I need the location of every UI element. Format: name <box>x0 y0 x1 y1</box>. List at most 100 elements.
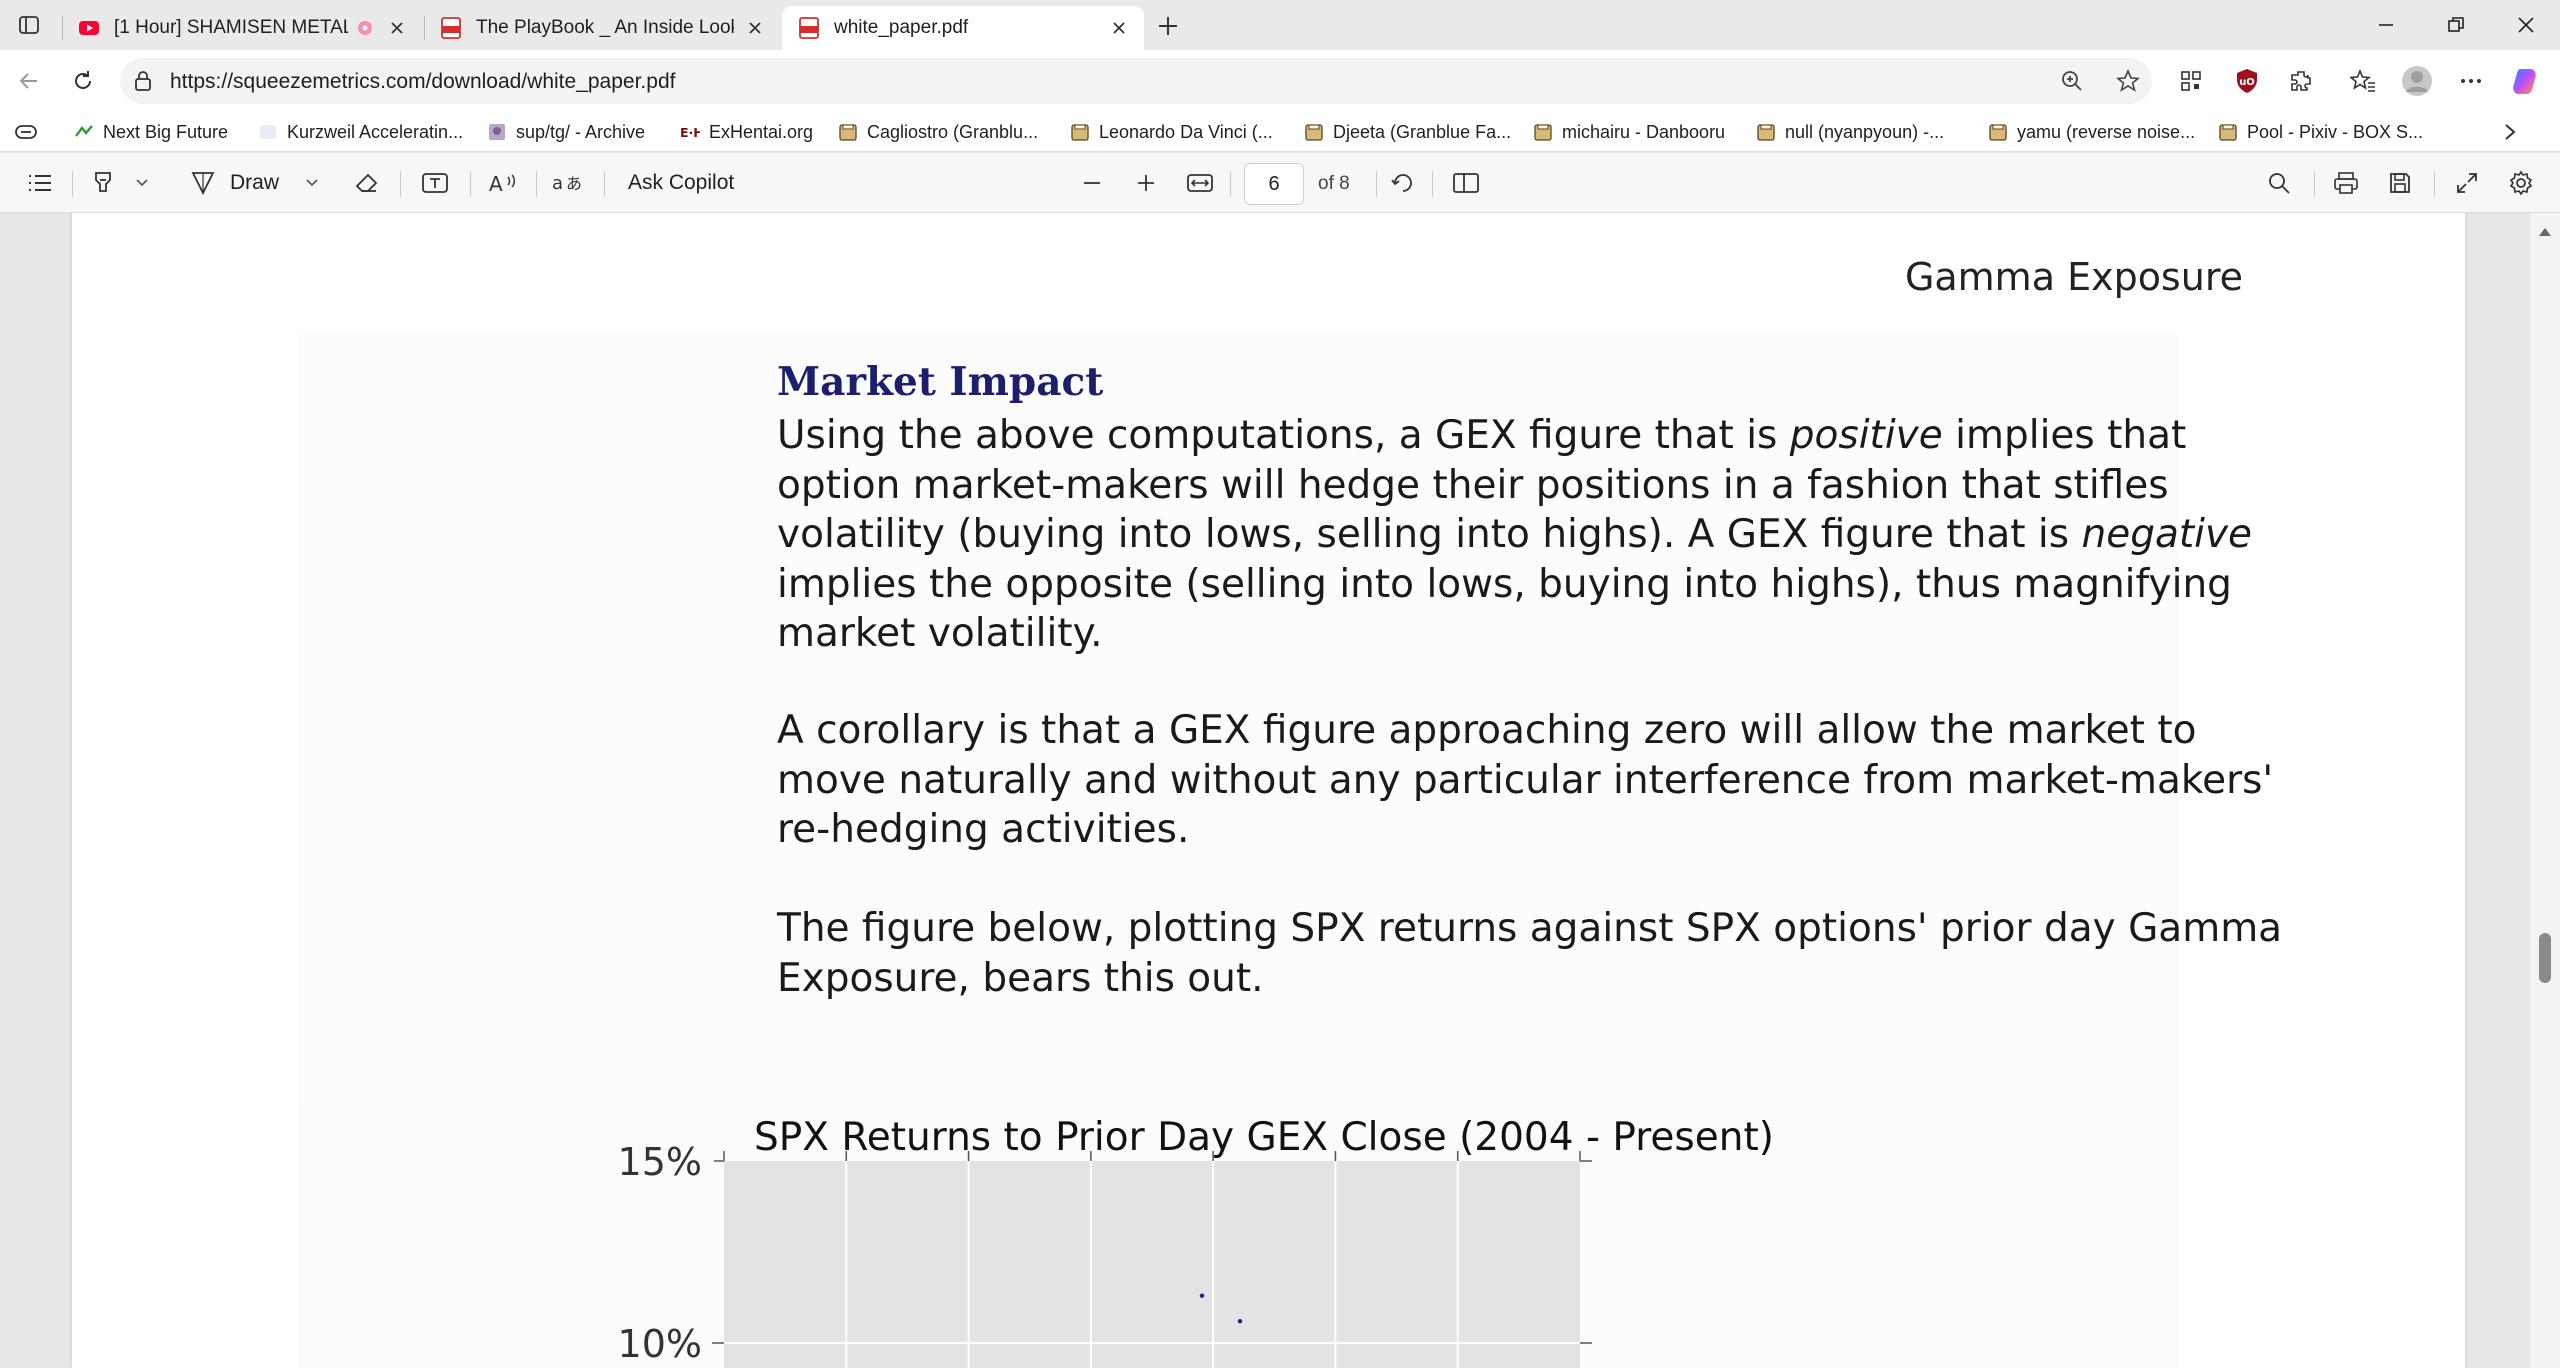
bookmark-leonardo[interactable]: Leonardo Da Vinci (... <box>1070 119 1273 145</box>
toolbar-separator <box>2314 171 2315 197</box>
tab-title: [1 Hour] SHAMISEN METAL V2 <box>114 17 348 38</box>
bookmark-next-big-future[interactable]: Next Big Future <box>74 119 228 145</box>
svg-text:あ: あ <box>566 174 582 193</box>
text-line: Using the above computations, a GEX figu… <box>777 413 2187 458</box>
folder-icon <box>2218 122 2238 142</box>
save-icon[interactable] <box>2384 167 2416 199</box>
pdf-viewer[interactable]: Gamma Exposure Market Impact Using the a… <box>0 213 2560 1368</box>
pink-flower-icon <box>354 17 376 39</box>
toolbar-separator <box>604 171 605 197</box>
page-view-icon[interactable] <box>1450 167 1482 199</box>
bookmark-sup-tg[interactable]: sup/tg/ - Archive <box>487 119 645 145</box>
bookmark-null-nyanpyoun[interactable]: null (nyanpyoun) -... <box>1756 119 1944 145</box>
zoom-in-icon[interactable] <box>1132 167 1160 199</box>
toolbar-separator <box>72 171 73 197</box>
svg-text:E·H: E·H <box>680 125 700 140</box>
tab-white-paper[interactable]: white_paper.pdf <box>782 6 1144 50</box>
close-tab-icon[interactable] <box>1106 15 1132 41</box>
settings-gear-icon[interactable] <box>2506 167 2536 199</box>
draw-button[interactable]: Draw <box>190 167 279 199</box>
pdf-toolbar: Draw A aあ Ask Copilot 6 of 8 <box>0 153 2560 213</box>
scrollbar-thumb[interactable] <box>2539 933 2551 983</box>
paragraph-3: The figure below, plotting SPX returns a… <box>777 904 2282 1003</box>
toolbar-separator <box>1230 171 1231 197</box>
toolbar-separator <box>470 171 471 197</box>
paragraph-1: Using the above computations, a GEX figu… <box>777 411 2252 659</box>
minimize-icon[interactable] <box>2358 8 2414 42</box>
search-icon[interactable] <box>2264 167 2294 199</box>
copilot-icon[interactable] <box>2508 64 2542 98</box>
back-icon[interactable] <box>12 64 46 98</box>
navigation-bar: https://squeezemetrics.com/download/whit… <box>0 50 2560 112</box>
reading-list-icon[interactable] <box>14 119 38 145</box>
toolbar-separator <box>2434 171 2435 197</box>
fit-to-width-icon[interactable] <box>1184 167 1216 199</box>
plot-background <box>724 1161 1580 1368</box>
read-aloud-icon[interactable]: A <box>486 167 520 199</box>
bookmark-kurzweil[interactable]: Kurzweil Acceleratin... <box>258 119 463 145</box>
ublock-icon[interactable]: uO <box>2230 64 2264 98</box>
text-line: move naturally and without any particula… <box>777 757 2274 803</box>
site-icon <box>74 122 94 142</box>
vertical-scrollbar[interactable] <box>2530 213 2560 1368</box>
folder-icon <box>838 122 858 142</box>
ask-copilot-button[interactable]: Ask Copilot <box>628 167 734 199</box>
text-line: Exposure, bears this out. <box>777 955 1264 1001</box>
tab-actions-icon[interactable] <box>14 10 44 40</box>
bookmark-yamu[interactable]: yamu (reverse noise... <box>1988 119 2195 145</box>
refresh-icon[interactable] <box>66 64 100 98</box>
close-window-icon[interactable] <box>2498 8 2554 42</box>
folder-icon <box>1533 122 1553 142</box>
page-number-input[interactable]: 6 <box>1244 163 1304 205</box>
tab-title: The PlayBook _ An Inside Look at <box>476 17 734 38</box>
zoom-out-icon[interactable] <box>1078 167 1106 199</box>
address-bar[interactable]: https://squeezemetrics.com/download/whit… <box>120 58 2152 104</box>
eraser-icon[interactable] <box>352 167 382 199</box>
text-line: option market-makers will hedge their po… <box>777 462 2169 508</box>
zoom-icon[interactable] <box>2058 67 2086 95</box>
avatar[interactable] <box>2400 64 2434 98</box>
fullscreen-icon[interactable] <box>2452 167 2482 199</box>
lock-icon[interactable] <box>132 70 154 92</box>
restore-icon[interactable] <box>2428 8 2484 42</box>
url-text[interactable]: https://squeezemetrics.com/download/whit… <box>170 70 675 94</box>
toolbar-separator <box>536 171 537 197</box>
chart-title: SPX Returns to Prior Day GEX Close (2004… <box>754 1115 1774 1160</box>
print-icon[interactable] <box>2330 167 2362 199</box>
tab-shamisen[interactable]: [1 Hour] SHAMISEN METAL V2 <box>62 6 422 50</box>
text-box-icon[interactable] <box>418 167 452 199</box>
pdf-icon <box>798 17 820 39</box>
close-tab-icon[interactable] <box>742 15 768 41</box>
data-point <box>1237 1318 1243 1324</box>
youtube-icon <box>78 17 100 39</box>
bookmark-cagliostro[interactable]: Cagliostro (Granblu... <box>838 119 1038 145</box>
chevron-down-icon[interactable] <box>132 167 152 199</box>
bookmarks-bar: Next Big Future Kurzweil Acceleratin... … <box>0 112 2560 152</box>
rotate-icon[interactable] <box>1388 167 1418 199</box>
chevron-right-icon[interactable] <box>2500 119 2520 145</box>
contents-list-icon[interactable] <box>24 167 56 199</box>
running-header: Gamma Exposure <box>1904 255 2243 299</box>
more-options-icon[interactable] <box>2454 64 2488 98</box>
text-line: The figure below, plotting SPX returns a… <box>777 906 2283 951</box>
highlight-icon[interactable] <box>88 167 118 199</box>
qr-code-icon[interactable] <box>2174 64 2208 98</box>
bookmark-michairu[interactable]: michairu - Danbooru <box>1533 119 1725 145</box>
favorite-star-icon[interactable] <box>2114 67 2142 95</box>
chevron-down-icon[interactable] <box>302 167 322 199</box>
bookmark-pool-pixiv[interactable]: Pool - Pixiv - BOX S... <box>2218 119 2423 145</box>
translate-icon[interactable]: aあ <box>550 167 586 199</box>
toolbar-separator <box>1432 171 1433 197</box>
folder-icon <box>1756 122 1776 142</box>
folder-icon <box>1304 122 1324 142</box>
page-count: of 8 <box>1318 173 1350 194</box>
tab-playbook[interactable]: The PlayBook _ An Inside Look at <box>424 6 780 50</box>
pdf-icon <box>440 17 462 39</box>
favorites-icon[interactable] <box>2346 64 2380 98</box>
scroll-up-arrow-icon[interactable] <box>2537 225 2553 239</box>
close-tab-icon[interactable] <box>384 15 410 41</box>
extensions-icon[interactable] <box>2284 64 2318 98</box>
bookmark-exhentai[interactable]: E·H ExHentai.org <box>680 119 813 145</box>
new-tab-icon[interactable] <box>1152 10 1184 42</box>
bookmark-djeeta[interactable]: Djeeta (Granblue Fa... <box>1304 119 1511 145</box>
